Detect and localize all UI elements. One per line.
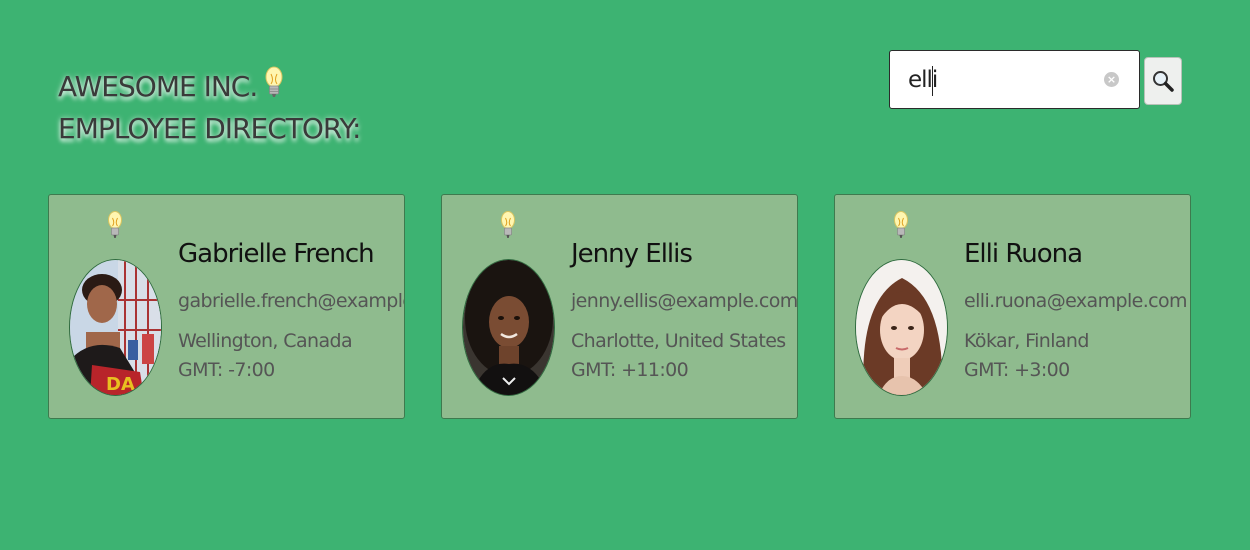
employee-card[interactable]: Jenny Ellis jenny.ellis@example.com Char… <box>441 194 798 419</box>
header-title-line2: EMPLOYEE DIRECTORY: <box>58 112 361 145</box>
lightbulb-icon <box>893 211 909 245</box>
employee-email[interactable]: jenny.ellis@example.com <box>571 290 797 312</box>
lightbulb-icon <box>500 211 516 245</box>
lightbulb-icon <box>107 211 123 245</box>
employee-location: Wellington, Canada <box>178 330 353 352</box>
search-button[interactable] <box>1144 57 1182 105</box>
magnifier-icon <box>1153 71 1174 92</box>
avatar <box>462 259 555 396</box>
employee-card[interactable]: Elli Ruona elli.ruona@example.com Kökar,… <box>834 194 1191 419</box>
page-header: AWESOME INC. EMPLOYEE DIRECTORY: <box>58 66 361 150</box>
employee-location: Kökar, Finland <box>964 330 1089 352</box>
company-name: AWESOME INC. <box>58 70 258 103</box>
header-title-line1: AWESOME INC. <box>58 66 360 108</box>
search-field[interactable] <box>889 50 1140 109</box>
employee-name: Jenny Ellis <box>571 239 693 269</box>
employee-location: Charlotte, United States <box>571 330 786 352</box>
avatar: DA <box>69 259 162 396</box>
employee-email[interactable]: gabrielle.french@example.com <box>178 290 404 312</box>
employee-timezone: GMT: -7:00 <box>178 359 275 381</box>
text-caret <box>932 66 933 96</box>
employee-email[interactable]: elli.ruona@example.com <box>964 290 1188 312</box>
employee-name: Gabrielle French <box>178 239 375 269</box>
svg-text:DA: DA <box>106 374 135 395</box>
search-input[interactable] <box>908 63 1098 97</box>
employee-card[interactable]: DA Gabrielle French gabrielle.french@exa… <box>48 194 405 419</box>
avatar <box>855 259 948 396</box>
employee-name: Elli Ruona <box>964 239 1083 269</box>
employee-timezone: GMT: +11:00 <box>571 359 689 381</box>
directory-page: AWESOME INC. EMPLOYEE DIRECTORY: × <box>0 0 1250 550</box>
lightbulb-icon <box>265 66 283 103</box>
employee-timezone: GMT: +3:00 <box>964 359 1070 381</box>
clear-icon[interactable]: × <box>1104 72 1119 87</box>
